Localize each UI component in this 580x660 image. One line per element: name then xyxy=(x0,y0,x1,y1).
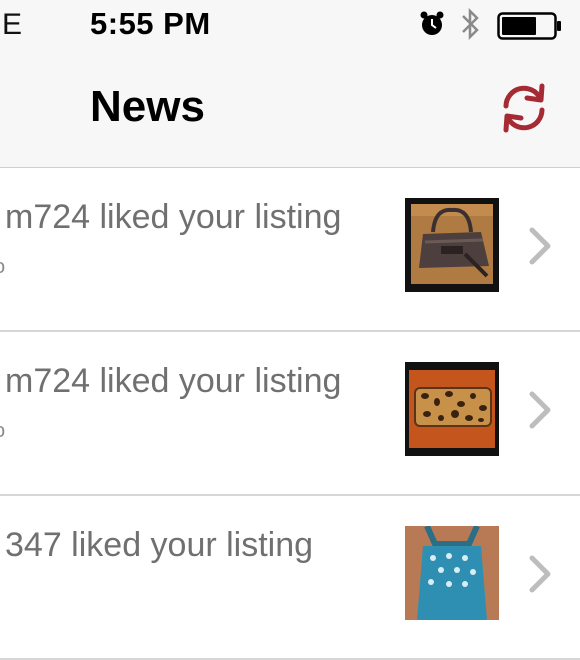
news-item[interactable]: 347 liked your listing xyxy=(0,496,580,660)
news-item-text: m724 liked your listing xyxy=(5,362,342,400)
news-item-text: 347 liked your listing xyxy=(5,526,314,564)
news-list: m724 liked your listing o m724 liked you… xyxy=(0,168,580,660)
page-title: News xyxy=(90,82,205,131)
listing-thumbnail[interactable] xyxy=(405,526,499,620)
status-bar: E 5:55 PM xyxy=(0,0,580,50)
chevron-right-icon xyxy=(526,554,554,599)
news-item-text: m724 liked your listing xyxy=(5,198,342,236)
refresh-icon xyxy=(503,83,545,133)
chevron-right-icon xyxy=(526,226,554,271)
bluetooth-icon xyxy=(460,7,482,46)
navigation-bar: News xyxy=(0,50,580,168)
listing-thumbnail[interactable] xyxy=(405,198,499,292)
news-item[interactable]: m724 liked your listing o xyxy=(0,332,580,496)
carrier-label: E xyxy=(2,8,23,41)
news-item[interactable]: m724 liked your listing o xyxy=(0,168,580,332)
alarm-icon xyxy=(418,10,446,43)
status-time: 5:55 PM xyxy=(90,6,211,41)
news-item-subtext: o xyxy=(0,256,5,279)
chevron-right-icon xyxy=(526,390,554,435)
news-item-subtext: o xyxy=(0,420,5,443)
listing-thumbnail[interactable] xyxy=(405,362,499,456)
refresh-button[interactable] xyxy=(496,80,552,136)
battery-icon xyxy=(497,12,563,45)
